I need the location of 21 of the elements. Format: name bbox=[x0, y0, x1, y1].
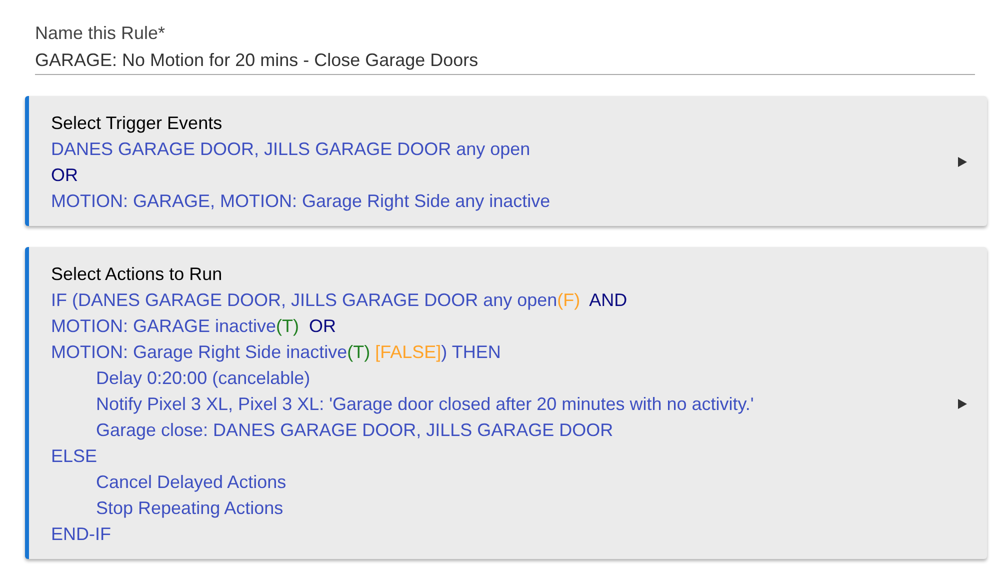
rule-line: ELSE bbox=[51, 445, 98, 468]
rule-line: Stop Repeating Actions bbox=[96, 497, 284, 520]
rule-line: MOTION: GARAGE inactive(T) OR bbox=[51, 315, 336, 338]
expand-arrow-icon[interactable] bbox=[958, 157, 967, 167]
field-label: Name this Rule* bbox=[35, 22, 166, 45]
rule-line: IF (DANES GARAGE DOOR, JILLS GARAGE DOOR any open(F) AND bbox=[51, 289, 628, 312]
section-title: Select Actions to Run bbox=[51, 263, 222, 286]
section-title: Select Trigger Events bbox=[51, 112, 222, 135]
rule-line: OR bbox=[51, 164, 78, 187]
section-card[interactable]: Select Trigger Events DANES GARAGE DOOR, JILLS GARAGE DOOR any open OR MOTION: GARAGE, MOTION: Garage Right Side any inactive bbox=[25, 96, 987, 226]
rule-name-field[interactable]: GARAGE: No Motion for 20 mins - Close Garage Doors bbox=[35, 46, 975, 75]
rule-line: END-IF bbox=[51, 523, 111, 546]
rule-line: MOTION: GARAGE, MOTION: Garage Right Side any inactive bbox=[51, 190, 550, 213]
expand-arrow-icon[interactable] bbox=[958, 399, 967, 409]
rule-line: DANES GARAGE DOOR, JILLS GARAGE DOOR any open bbox=[51, 138, 530, 161]
section-card[interactable] bbox=[25, 247, 987, 559]
rule-line: Notify Pixel 3 XL, Pixel 3 XL: 'Garage door closed after 20 minutes with no activity.' bbox=[96, 393, 754, 416]
rule-line: MOTION: Garage Right Side inactive(T) [FALSE]) THEN bbox=[51, 341, 501, 364]
rule-line: Cancel Delayed Actions bbox=[96, 471, 286, 494]
rule-line: Garage close: DANES GARAGE DOOR, JILLS GARAGE DOOR bbox=[96, 419, 614, 442]
rule-line: Delay 0:20:00 (cancelable) bbox=[96, 367, 310, 390]
